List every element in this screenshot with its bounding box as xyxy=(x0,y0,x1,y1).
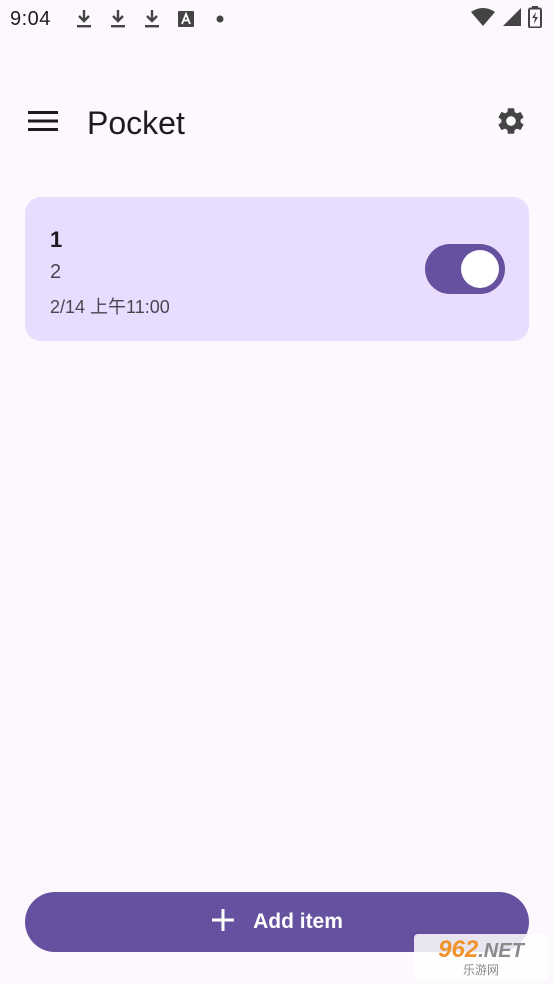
watermark-suffix: .NET xyxy=(478,939,524,962)
download-icon xyxy=(101,7,135,31)
watermark-logo: 962.NET 乐游网 xyxy=(414,934,548,980)
signal-icon xyxy=(502,7,522,32)
page-title: Pocket xyxy=(87,104,185,141)
app-bar: Pocket xyxy=(0,88,554,158)
watermark-sub: 乐游网 xyxy=(462,962,499,977)
status-bar: 9:04 xyxy=(0,0,554,38)
watermark-main: 962.NET xyxy=(438,935,524,963)
add-item-label: Add item xyxy=(253,910,343,933)
settings-button[interactable] xyxy=(486,98,536,148)
menu-button[interactable] xyxy=(20,100,66,146)
dot-icon xyxy=(203,7,237,31)
item-toggle-switch[interactable] xyxy=(425,244,505,294)
item-subtitle: 2 xyxy=(50,261,62,283)
item-card[interactable]: 1 2 2/14 上午11:00 xyxy=(25,197,529,341)
menu-icon xyxy=(28,110,58,137)
switch-thumb xyxy=(461,250,499,288)
plus-icon xyxy=(211,908,235,937)
item-title: 1 xyxy=(50,227,63,252)
watermark-number: 962 xyxy=(438,935,479,963)
download-icon xyxy=(135,7,169,31)
gear-icon xyxy=(495,105,527,142)
wifi-icon xyxy=(470,7,496,32)
battery-icon xyxy=(528,5,542,33)
a-icon xyxy=(169,7,203,31)
status-time: 9:04 xyxy=(10,7,51,30)
item-time: 2/14 上午11:00 xyxy=(50,297,170,317)
download-icon xyxy=(67,7,101,31)
